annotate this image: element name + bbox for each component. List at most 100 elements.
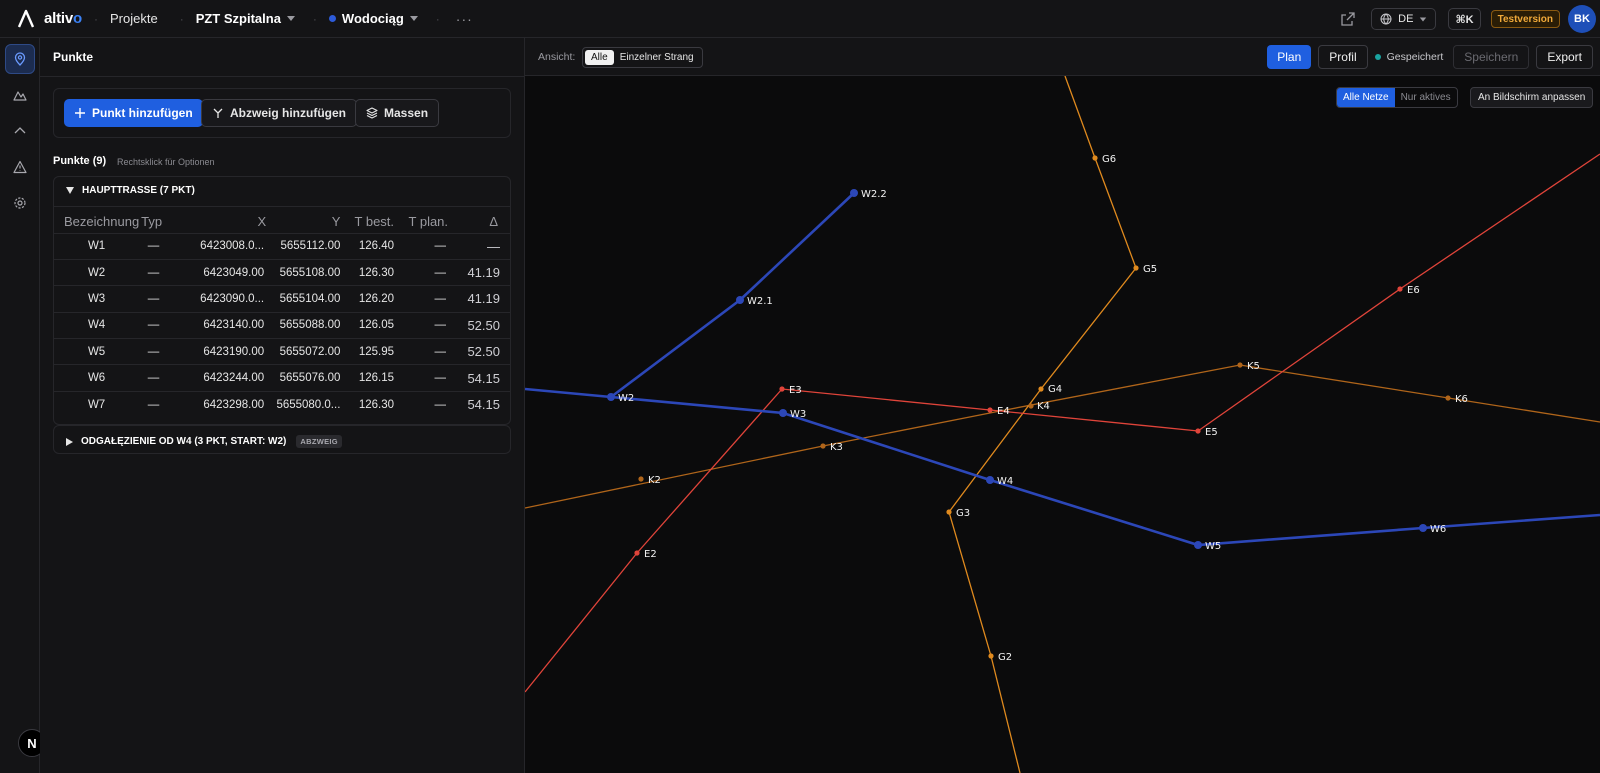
column-header-t-plan[interactable]: T plan. — [397, 211, 452, 233]
language-label: DE — [1398, 13, 1414, 25]
point-name: W6 — [54, 364, 140, 392]
all-networks-option[interactable]: Alle Netze — [1337, 88, 1395, 107]
table-row[interactable]: W6—6423244.00 5655076.00 126.15—54.15 — [54, 364, 510, 392]
column-header-delta[interactable]: Δ — [452, 211, 510, 233]
add-branch-button[interactable]: Abzweig hinzufügen — [201, 99, 357, 127]
panel-title: Punkte — [53, 50, 94, 64]
command-palette-button[interactable]: ⌘K — [1448, 8, 1481, 30]
more-icon[interactable]: ··· — [456, 11, 473, 27]
point-y: 5655072.00 — [266, 338, 343, 365]
table-row[interactable]: W2—6423049.00 5655108.00 126.30—41.19 — [54, 258, 510, 286]
gas-line[interactable] — [948, 76, 1137, 773]
column-header-name[interactable]: Bezeichnung — [54, 211, 139, 233]
sewer-k2-node[interactable] — [638, 476, 644, 482]
project-selector[interactable]: PZT Szpitalna — [196, 11, 295, 26]
avatar[interactable]: BK — [1568, 5, 1596, 33]
column-header-t-best[interactable]: T best. — [342, 211, 397, 233]
logo[interactable]: altivo — [16, 9, 82, 29]
add-point-button[interactable]: Punkt hinzufügen — [64, 99, 203, 127]
branch-group: ODGAŁĘZIENIE OD W4 (3 PKT, START: W2) AB… — [53, 425, 511, 454]
electric-e3-node[interactable] — [779, 386, 785, 392]
water-branch-line[interactable] — [610, 192, 855, 399]
rail-profile[interactable] — [5, 116, 35, 146]
projects-link[interactable]: Projekte — [110, 11, 158, 26]
water-w2-1-node[interactable] — [736, 296, 744, 304]
point-name: W3 — [54, 285, 140, 313]
save-button[interactable]: Speichern — [1453, 45, 1530, 69]
add-branch-label: Abzweig hinzufügen — [230, 106, 346, 120]
branch-header[interactable]: ODGAŁĘZIENIE OD W4 (3 PKT, START: W2) AB… — [66, 435, 342, 448]
map-canvas[interactable]: K2 K3 K4 K5 K6 G6 G5 G4 G3 G2 E2 E3 E4 E5 E6 W2.2 W2.1 W2… — [525, 76, 1600, 773]
plan-tab[interactable]: Plan — [1267, 45, 1312, 69]
network-selector[interactable]: Wodociąg — [328, 11, 418, 26]
gas-g5-label: G5 — [1143, 264, 1157, 275]
fit-to-screen-button[interactable]: An Bildschirm anpassen — [1470, 87, 1594, 108]
electric-e5-node[interactable] — [1195, 428, 1201, 434]
profil-tab[interactable]: Profil — [1318, 45, 1368, 69]
only-active-option[interactable]: Nur aktives — [1395, 88, 1457, 107]
point-t-best: 125.95 — [342, 338, 398, 365]
rail-warnings[interactable] — [5, 152, 35, 182]
table-row[interactable]: W4—6423140.00 5655088.00 126.05—52.50 — [54, 311, 510, 339]
rail-terrain[interactable] — [5, 80, 35, 110]
water-w5-node[interactable] — [1194, 541, 1202, 549]
view-single-option[interactable]: Einzelner Strang — [614, 50, 700, 65]
water-w2-node[interactable] — [607, 393, 615, 401]
divider — [54, 206, 510, 207]
table-row[interactable]: W1—6423008.0... 5655112.00 126.40— — — [54, 232, 510, 260]
network-plan[interactable]: K2 K3 K4 K5 K6 G6 G5 G4 G3 G2 E2 E3 E4 E5 E6 W2.2 W2.1 W2… — [525, 76, 1600, 773]
electric-e4-node[interactable] — [987, 407, 993, 413]
water-w4-node[interactable] — [986, 476, 994, 484]
electric-line[interactable] — [525, 153, 1600, 693]
globe-icon — [1380, 13, 1392, 25]
electric-e2-node[interactable] — [634, 550, 640, 556]
sewer-k3-node[interactable] — [820, 443, 826, 449]
chevron-down-icon — [286, 16, 295, 21]
sewer-k6-node[interactable] — [1445, 395, 1451, 401]
gas-g6-node[interactable] — [1092, 155, 1098, 161]
table-header-row: Bezeichnung Typ X Y T best. T plan. Δ — [54, 211, 510, 233]
gas-g4-node[interactable] — [1038, 386, 1044, 392]
branch-icon — [213, 108, 223, 118]
water-w6-node[interactable] — [1419, 524, 1427, 532]
water-main-line[interactable] — [525, 387, 1600, 547]
language-selector[interactable]: DE — [1371, 8, 1437, 30]
table-row[interactable]: W3—6423090.0... 5655104.00 126.20—41.19 — [54, 285, 510, 313]
water-w3-node[interactable] — [779, 409, 787, 417]
toolbar-right: Plan Profil Gespeichert Speichern Export — [1267, 45, 1600, 69]
rail-settings[interactable] — [5, 188, 35, 218]
rail-points[interactable] — [5, 44, 35, 74]
sewer-k4-node[interactable] — [1028, 403, 1034, 409]
point-t-plan: — — [397, 285, 453, 313]
water-w6-label: W6 — [1430, 524, 1446, 535]
gas-g3-label: G3 — [956, 508, 970, 519]
point-x: 6423244.00 — [167, 364, 267, 392]
water-w2-2-node[interactable] — [850, 189, 858, 197]
view-all-option[interactable]: Alle — [585, 50, 614, 65]
external-link-icon[interactable] — [1341, 12, 1355, 26]
column-header-type[interactable]: Typ — [139, 211, 168, 233]
water-w2-1-label: W2.1 — [747, 296, 773, 307]
masses-button[interactable]: Massen — [355, 99, 440, 127]
gas-g6-label: G6 — [1102, 154, 1116, 165]
column-header-x[interactable]: X — [168, 211, 266, 233]
electric-e2-label: E2 — [644, 549, 657, 560]
gas-g3-node[interactable] — [946, 509, 952, 515]
sewer-line[interactable] — [525, 364, 1600, 509]
point-type: — — [139, 338, 168, 365]
table-row[interactable]: W7—6423298.00 5655080.0... 126.30—54.15 — [54, 390, 510, 418]
point-y: 5655104.00 — [266, 285, 343, 313]
point-y: 5655076.00 — [266, 364, 343, 392]
main-route-header[interactable]: HAUPTTRASSE (7 PKT) — [66, 185, 195, 196]
sewer-k5-node[interactable] — [1237, 362, 1243, 368]
table-row[interactable]: W5—6423190.00 5655072.00 125.95—52.50 — [54, 338, 510, 365]
point-x: 6423090.0... — [167, 285, 267, 313]
electric-e6-node[interactable] — [1397, 286, 1403, 292]
points-hint: Rechtsklick für Optionen — [117, 157, 215, 167]
chevron-down-icon — [1420, 17, 1427, 21]
export-button[interactable]: Export — [1536, 45, 1593, 69]
gas-g5-node[interactable] — [1133, 265, 1139, 271]
gas-g2-node[interactable] — [988, 653, 994, 659]
point-t-best: 126.40 — [342, 232, 398, 260]
column-header-y[interactable]: Y — [266, 211, 342, 233]
